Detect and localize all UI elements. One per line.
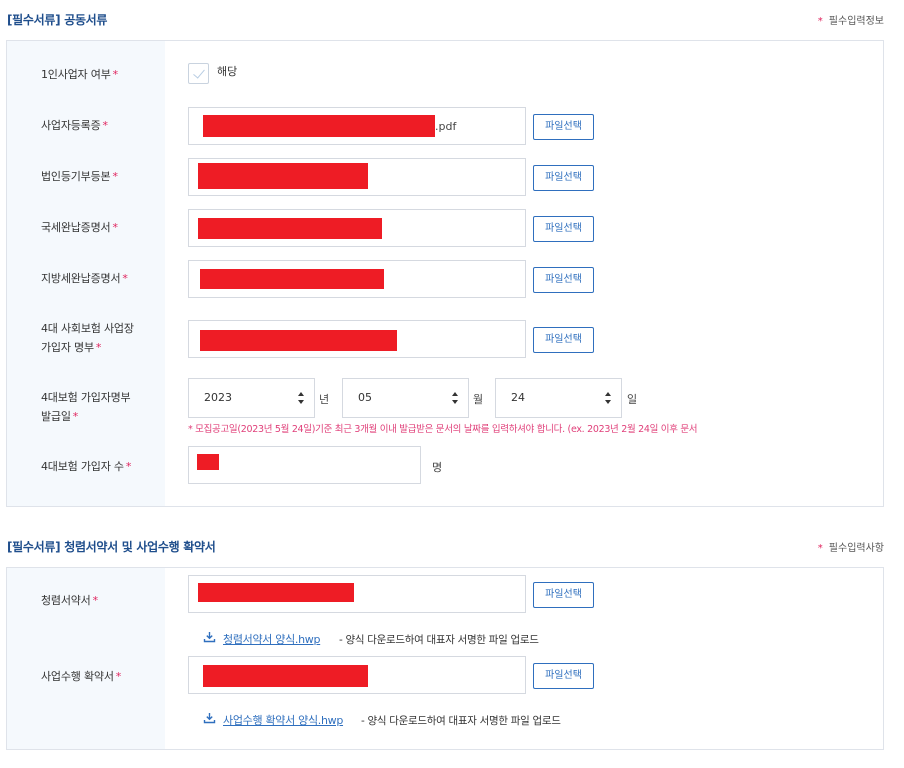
month-unit: 월 <box>473 393 484 406</box>
execution-commitment-label: 사업수행 확약서 * <box>41 670 122 683</box>
biz-registration-file-button[interactable]: 파일선택 <box>533 114 594 140</box>
issue-year-select[interactable]: 2023 <box>188 378 315 418</box>
insurance-roster-file-field[interactable] <box>188 320 526 358</box>
execution-commitment-file-field[interactable] <box>188 656 526 694</box>
integrity-pledge-file-field[interactable] <box>188 575 526 613</box>
corp-registry-file-button[interactable]: 파일선택 <box>533 165 594 191</box>
insurance-roster-label: 4대 사회보험 사업장 가입자 명부 * <box>41 322 134 354</box>
integrity-pledge-download-link[interactable]: 청렴서약서 양식.hwp <box>223 631 320 647</box>
common-docs-panel: 1인사업자 여부 * 해당 사업자등록증 * .pdf 파일선택 법인등기부등본 * … <box>6 40 884 507</box>
issue-date-label: 4대보험 가입자명부 발급일 * <box>41 391 131 423</box>
corp-registry-file-field[interactable] <box>188 158 526 196</box>
integrity-pledge-file-button[interactable]: 파일선택 <box>533 582 594 608</box>
solo-business-checkbox[interactable] <box>188 63 209 84</box>
redacted-value <box>197 454 219 470</box>
section-title-pledge-docs: [필수서류] 청렴서약서 및 사업수행 확약서 <box>7 540 216 554</box>
redacted-filename <box>198 218 382 239</box>
corp-registry-label: 법인등기부등본 * <box>41 170 118 183</box>
member-count-input[interactable] <box>188 446 421 484</box>
insurance-roster-file-button[interactable]: 파일선택 <box>533 327 594 353</box>
biz-registration-label: 사업자등록증 * <box>41 119 108 132</box>
biz-registration-file-field[interactable]: .pdf <box>188 107 526 145</box>
file-extension: .pdf <box>435 120 457 133</box>
local-tax-label: 지방세완납증명서 * <box>41 272 128 285</box>
issue-month-select[interactable]: 05 <box>342 378 469 418</box>
redacted-filename <box>203 665 368 687</box>
integrity-pledge-label: 청렴서약서 * <box>41 594 98 607</box>
section-title-common-docs: [필수서류] 공동서류 <box>7 13 108 27</box>
required-info-note: * 필수입력정보 <box>817 16 884 27</box>
issue-day-select[interactable]: 24 <box>495 378 622 418</box>
select-arrows-icon <box>605 392 611 404</box>
pledge-docs-panel: 청렴서약서 * 파일선택 청렴서약서 양식.hwp - 양식 다운로드하여 대표자… <box>6 567 884 750</box>
redacted-filename <box>200 269 384 289</box>
redacted-filename <box>203 115 435 137</box>
download-icon <box>203 631 216 643</box>
solo-business-checkbox-label[interactable]: 해당 <box>217 63 237 79</box>
redacted-filename <box>198 583 354 602</box>
national-tax-file-field[interactable] <box>188 209 526 247</box>
select-arrows-icon <box>298 392 304 404</box>
select-arrows-icon <box>452 392 458 404</box>
execution-commitment-download-desc: - 양식 다운로드하여 대표자 서명한 파일 업로드 <box>361 715 561 727</box>
execution-commitment-file-button[interactable]: 파일선택 <box>533 663 594 689</box>
execution-commitment-download-link[interactable]: 사업수행 확약서 양식.hwp <box>223 712 343 728</box>
national-tax-file-button[interactable]: 파일선택 <box>533 216 594 242</box>
issue-date-notice: * 모집공고일(2023년 5월 24일)기준 최근 3개월 이내 발급받은 문… <box>188 424 698 435</box>
solo-business-label: 1인사업자 여부 * <box>41 68 118 81</box>
download-icon <box>203 712 216 724</box>
year-unit: 년 <box>319 393 330 406</box>
integrity-pledge-download-desc: - 양식 다운로드하여 대표자 서명한 파일 업로드 <box>339 634 539 646</box>
member-count-unit: 명 <box>432 461 443 474</box>
local-tax-file-field[interactable] <box>188 260 526 298</box>
national-tax-label: 국세완납증명서 * <box>41 221 118 234</box>
local-tax-file-button[interactable]: 파일선택 <box>533 267 594 293</box>
required-info-note: * 필수입력사항 <box>817 543 884 554</box>
redacted-filename <box>200 330 397 351</box>
redacted-filename <box>198 163 368 189</box>
member-count-label: 4대보험 가입자 수 * <box>41 460 132 473</box>
day-unit: 일 <box>627 393 638 406</box>
